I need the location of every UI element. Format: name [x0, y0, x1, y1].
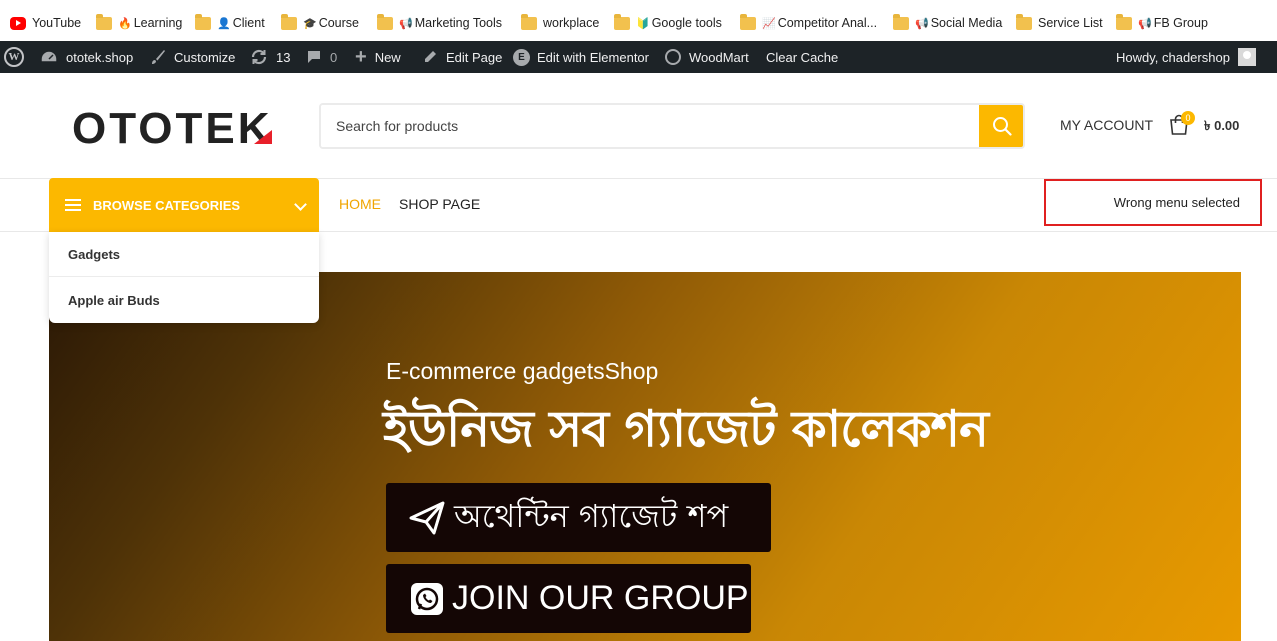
cart-total[interactable]: ৳ 0.00: [1204, 117, 1239, 138]
hero-banner: E-commerce gadgetsShop ইউনিজ সব গ্যাজেট …: [49, 272, 1241, 641]
chevron-down-icon: [294, 198, 307, 211]
comments-link[interactable]: 0: [306, 41, 337, 73]
browse-categories-button[interactable]: BROWSE CATEGORIES: [49, 178, 319, 232]
category-apple-air-buds[interactable]: Apple air Buds: [49, 278, 319, 323]
bookmark-youtube[interactable]: YouTube: [10, 14, 81, 32]
annotation-box: Wrong menu selected: [1044, 179, 1262, 226]
search-bar: [319, 103, 1025, 149]
folder-icon: [377, 13, 393, 30]
hero-subtitle: E-commerce gadgetsShop: [386, 358, 659, 384]
menu-icon: [65, 199, 81, 211]
authentic-shop-button[interactable]: অথেন্টিন গ্যাজেট শপ: [386, 483, 771, 552]
woodmart-icon: [665, 49, 681, 65]
wordpress-logo-icon: W: [4, 47, 24, 67]
search-input[interactable]: [321, 105, 981, 147]
customize-link[interactable]: Customize: [150, 41, 235, 73]
site-logo[interactable]: OTOTEK: [72, 104, 273, 154]
account-menu[interactable]: Howdy, chadershop: [1116, 41, 1256, 73]
comment-icon: [308, 51, 320, 63]
folder-icon: [281, 13, 297, 30]
folder-icon: [521, 13, 537, 30]
bookmark-client[interactable]: 👤 Client: [195, 13, 265, 32]
search-button[interactable]: [979, 105, 1023, 147]
folder-icon: [1116, 13, 1132, 30]
send-icon: [409, 501, 445, 534]
logo-accent-mark: [254, 130, 272, 144]
bookmark-competitor[interactable]: 📈 Competitor Anal...: [740, 13, 877, 32]
new-content-link[interactable]: + New: [355, 41, 401, 73]
elementor-link[interactable]: E Edit with Elementor: [513, 41, 649, 73]
bookmark-social-media[interactable]: 📢 Social Media: [893, 13, 1002, 32]
folder-icon: [893, 13, 909, 30]
categories-dropdown: Gadgets Apple air Buds: [49, 232, 319, 323]
edit-page-link[interactable]: Edit Page: [422, 41, 502, 73]
folder-icon: [195, 13, 211, 30]
site-name-link[interactable]: ototek.shop: [40, 41, 133, 73]
brush-icon: [152, 50, 165, 64]
wordpress-menu[interactable]: W: [4, 41, 24, 73]
bookmark-workplace[interactable]: workplace: [521, 13, 599, 32]
plus-icon: +: [355, 45, 367, 68]
bookmark-fb-group[interactable]: 📢 FB Group: [1116, 13, 1208, 32]
bookmark-course[interactable]: 🎓 Course: [281, 13, 359, 32]
dashboard-icon: [40, 50, 58, 63]
search-icon: [993, 117, 1012, 136]
bookmark-marketing-tools[interactable]: 📢 Marketing Tools: [377, 13, 502, 32]
youtube-icon: [10, 16, 26, 30]
pencil-icon: [425, 51, 436, 62]
updates-link[interactable]: 13: [250, 41, 290, 73]
woodmart-link[interactable]: WoodMart: [665, 41, 749, 73]
bookmark-learning[interactable]: 🔥 Learning: [96, 13, 182, 32]
wp-admin-bar: W ototek.shop Customize 13 0 + New Edit …: [0, 41, 1277, 73]
nav-home[interactable]: HOME: [339, 196, 381, 212]
cart-count-badge: 0: [1181, 111, 1195, 125]
my-account-link[interactable]: MY ACCOUNT: [1060, 117, 1153, 133]
folder-icon: [96, 13, 112, 30]
folder-icon: [614, 13, 630, 30]
join-group-button[interactable]: JOIN OUR GROUP: [386, 564, 751, 633]
whatsapp-icon: [411, 582, 443, 615]
bookmark-service-list[interactable]: Service List: [1016, 13, 1103, 32]
bookmark-google-tools[interactable]: 🔰 Google tools: [614, 13, 722, 32]
bookmarks-bar: YouTube 🔥 Learning 👤 Client 🎓 Course 📢 Marke…: [0, 0, 1277, 42]
nav-shop-page[interactable]: SHOP PAGE: [399, 196, 480, 212]
elementor-icon: E: [513, 48, 530, 66]
refresh-icon: [251, 49, 267, 65]
folder-icon: [740, 13, 756, 30]
category-gadgets[interactable]: Gadgets: [49, 232, 319, 277]
hero-title: ইউনিজ সব গ্যাজেট কালেকশন: [383, 400, 989, 458]
clear-cache-link[interactable]: Clear Cache: [766, 41, 838, 73]
avatar: [1237, 48, 1256, 66]
folder-icon: [1016, 13, 1032, 30]
